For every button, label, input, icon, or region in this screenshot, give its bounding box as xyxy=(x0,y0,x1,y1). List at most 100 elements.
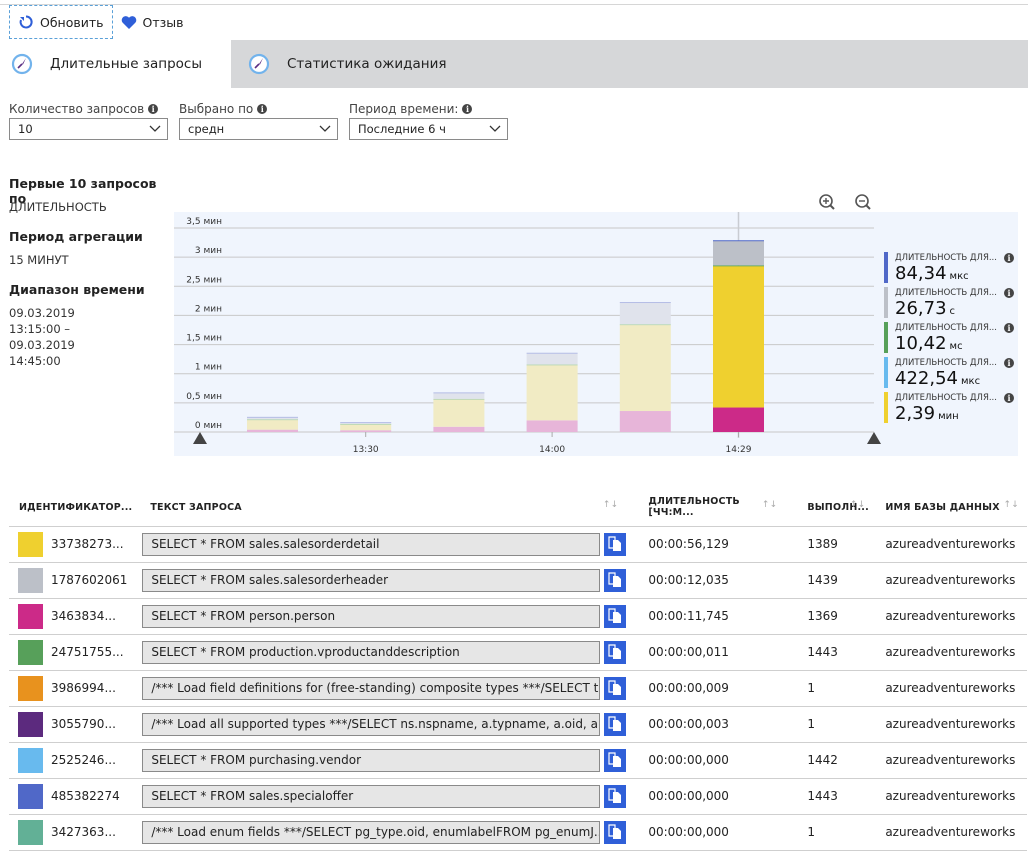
info-icon[interactable]: i xyxy=(1003,393,1014,403)
legend-value: 10,42 xyxy=(895,333,947,354)
table-row[interactable]: 485382274 SELECT * FROM sales.specialoffe… xyxy=(9,778,1027,815)
table-row[interactable]: 33738273... SELECT * FROM sales.salesorde… xyxy=(9,526,1027,563)
tab-long-running-queries[interactable]: Длительные запросы xyxy=(0,40,231,88)
query-text-field[interactable]: SELECT * FROM production.vproductanddesc… xyxy=(142,640,601,664)
bar-segment xyxy=(619,324,671,326)
copy-button[interactable] xyxy=(604,820,627,844)
query-text-cell: /*** Load field definitions for (free-st… xyxy=(132,670,627,707)
filter-label: Количество запросов xyxy=(9,102,145,116)
sort-icon[interactable]: ↑↓ xyxy=(603,500,618,510)
id-cell: 3986994... xyxy=(9,670,133,707)
refresh-button[interactable]: Обновить xyxy=(9,5,113,39)
executions-cell: 1443 xyxy=(785,778,874,815)
info-icon[interactable]: i xyxy=(1003,253,1014,263)
bar-segment xyxy=(526,364,578,421)
copy-button[interactable] xyxy=(604,604,627,628)
table-row[interactable]: 3463834... SELECT * FROM person.person 00:… xyxy=(9,598,1027,635)
copy-icon xyxy=(608,572,622,587)
column-header-id[interactable]: ИДЕНТИФИКАТОР... xyxy=(9,489,133,527)
bar-segment xyxy=(526,353,578,365)
copy-button[interactable] xyxy=(604,568,627,592)
info-icon[interactable]: i xyxy=(462,104,473,114)
executions-cell: 1442 xyxy=(785,742,874,779)
legend-item[interactable]: ДЛИТЕЛЬНОСТЬ ДЛЯ... i 10,42 мс xyxy=(884,322,1018,357)
info-icon[interactable]: i xyxy=(1003,323,1014,333)
chevron-down-icon xyxy=(489,125,501,132)
database-cell: azureadventureworks xyxy=(873,598,1027,635)
info-icon[interactable]: i xyxy=(257,104,268,114)
legend-unit: мс xyxy=(949,341,963,352)
bar-segment xyxy=(713,240,764,242)
range-handle-left[interactable] xyxy=(193,432,207,444)
query-text-field[interactable]: /*** Load field definitions for (free-st… xyxy=(142,676,601,700)
legend-item[interactable]: ДЛИТЕЛЬНОСТЬ ДЛЯ... i 26,73 с xyxy=(884,287,1018,322)
x-tick-label: 13:30 xyxy=(353,445,379,455)
zoom-in-button[interactable] xyxy=(818,193,838,211)
range-handle-right[interactable] xyxy=(867,432,881,444)
query-text-field[interactable]: SELECT * FROM purchasing.vendor xyxy=(142,748,601,772)
color-swatch xyxy=(18,567,43,593)
legend-name: ДЛИТЕЛЬНОСТЬ ДЛЯ... xyxy=(895,393,997,403)
time-range-line: 09.03.2019 xyxy=(9,338,75,352)
executions-cell: 1 xyxy=(785,706,874,743)
table-row[interactable]: 2525246... SELECT * FROM purchasing.vendo… xyxy=(9,742,1027,779)
table-row[interactable]: 3986994... /*** Load field definitions fo… xyxy=(9,670,1027,707)
legend-color-bar xyxy=(884,287,888,318)
column-header-executions[interactable]: ВЫПОЛН... ↑↓ xyxy=(785,489,874,527)
info-icon[interactable]: i xyxy=(148,104,159,114)
color-swatch xyxy=(18,639,43,665)
y-tick-label: 3,5 мин xyxy=(186,217,222,227)
table-row[interactable]: 1787602061 SELECT * FROM sales.salesorder… xyxy=(9,562,1027,599)
bar-segment xyxy=(247,429,298,432)
copy-button[interactable] xyxy=(604,784,627,808)
query-text-field[interactable]: SELECT * FROM person.person xyxy=(142,604,601,628)
zoom-in-icon xyxy=(819,194,835,210)
query-text-field[interactable]: SELECT * FROM sales.specialoffer xyxy=(142,784,601,808)
sort-icon[interactable]: ↑↓ xyxy=(850,500,865,510)
info-icon[interactable]: i xyxy=(1003,358,1014,368)
database-cell: azureadventureworks xyxy=(873,814,1027,851)
copy-button[interactable] xyxy=(604,712,627,736)
copy-button[interactable] xyxy=(604,676,627,700)
selected-by-select[interactable]: средн xyxy=(179,118,338,140)
table-row[interactable]: 24751755... SELECT * FROM production.vpro… xyxy=(9,634,1027,671)
executions-cell: 1 xyxy=(785,670,874,707)
id-cell: 485382274 xyxy=(9,778,133,815)
id-cell: 1787602061 xyxy=(9,562,133,599)
legend-item[interactable]: ДЛИТЕЛЬНОСТЬ ДЛЯ... i 2,39 мин xyxy=(884,392,1018,427)
zoom-out-button[interactable] xyxy=(854,193,874,211)
legend-item[interactable]: ДЛИТЕЛЬНОСТЬ ДЛЯ... i 422,54 мкс xyxy=(884,357,1018,392)
table-row[interactable]: 3055790... /*** Load all supported types … xyxy=(9,706,1027,743)
legend-name: ДЛИТЕЛЬНОСТЬ ДЛЯ... xyxy=(895,288,997,298)
sort-icon[interactable]: ↑↓ xyxy=(1004,500,1019,510)
column-header-query-text[interactable]: ТЕКСТ ЗАПРОСА ↑↓ xyxy=(132,489,627,527)
legend-unit: мкс xyxy=(960,376,981,387)
time-period-select[interactable]: Последние 6 ч xyxy=(349,118,508,140)
duration-cell: 00:00:00,000 xyxy=(626,814,786,851)
id-cell: 24751755... xyxy=(9,634,133,671)
copy-button[interactable] xyxy=(604,532,627,556)
column-header-duration[interactable]: ДЛИТЕЛЬНОСТЬ [ЧЧ:М... ↑↓ xyxy=(626,489,786,527)
query-text-field[interactable]: SELECT * FROM sales.salesorderdetail xyxy=(142,532,601,556)
legend-item[interactable]: ДЛИТЕЛЬНОСТЬ ДЛЯ... i 84,34 мкс xyxy=(884,252,1018,287)
query-id: 3055790... xyxy=(51,717,116,731)
bar-segment xyxy=(433,398,485,400)
copy-button[interactable] xyxy=(604,748,627,772)
query-count-select[interactable]: 10 xyxy=(9,118,168,140)
table-row[interactable]: 3427363... /*** Load enum fields ***/SELE… xyxy=(9,814,1027,851)
color-swatch xyxy=(18,819,43,845)
info-icon[interactable]: i xyxy=(1003,288,1014,298)
bar-segment xyxy=(713,265,764,267)
copy-button[interactable] xyxy=(604,640,627,664)
column-header-label: ДЛИТЕЛЬНОСТЬ [ЧЧ:М... xyxy=(648,496,740,519)
column-header-database[interactable]: ИМЯ БАЗЫ ДАННЫХ ↑↓ xyxy=(873,489,1027,527)
query-text-field[interactable]: /*** Load all supported types ***/SELECT… xyxy=(142,712,601,736)
query-text-field[interactable]: /*** Load enum fields ***/SELECT pg_type… xyxy=(142,820,601,844)
clock-icon xyxy=(11,53,33,75)
tab-wait-statistics[interactable]: Статистика ожидания xyxy=(231,40,447,88)
chevron-down-icon xyxy=(149,125,161,132)
feedback-button[interactable]: Отзыв xyxy=(113,5,192,39)
query-text-field[interactable]: SELECT * FROM sales.salesorderheader xyxy=(142,568,601,592)
sort-icon[interactable]: ↑↓ xyxy=(762,500,777,510)
executions-cell: 1443 xyxy=(785,634,874,671)
